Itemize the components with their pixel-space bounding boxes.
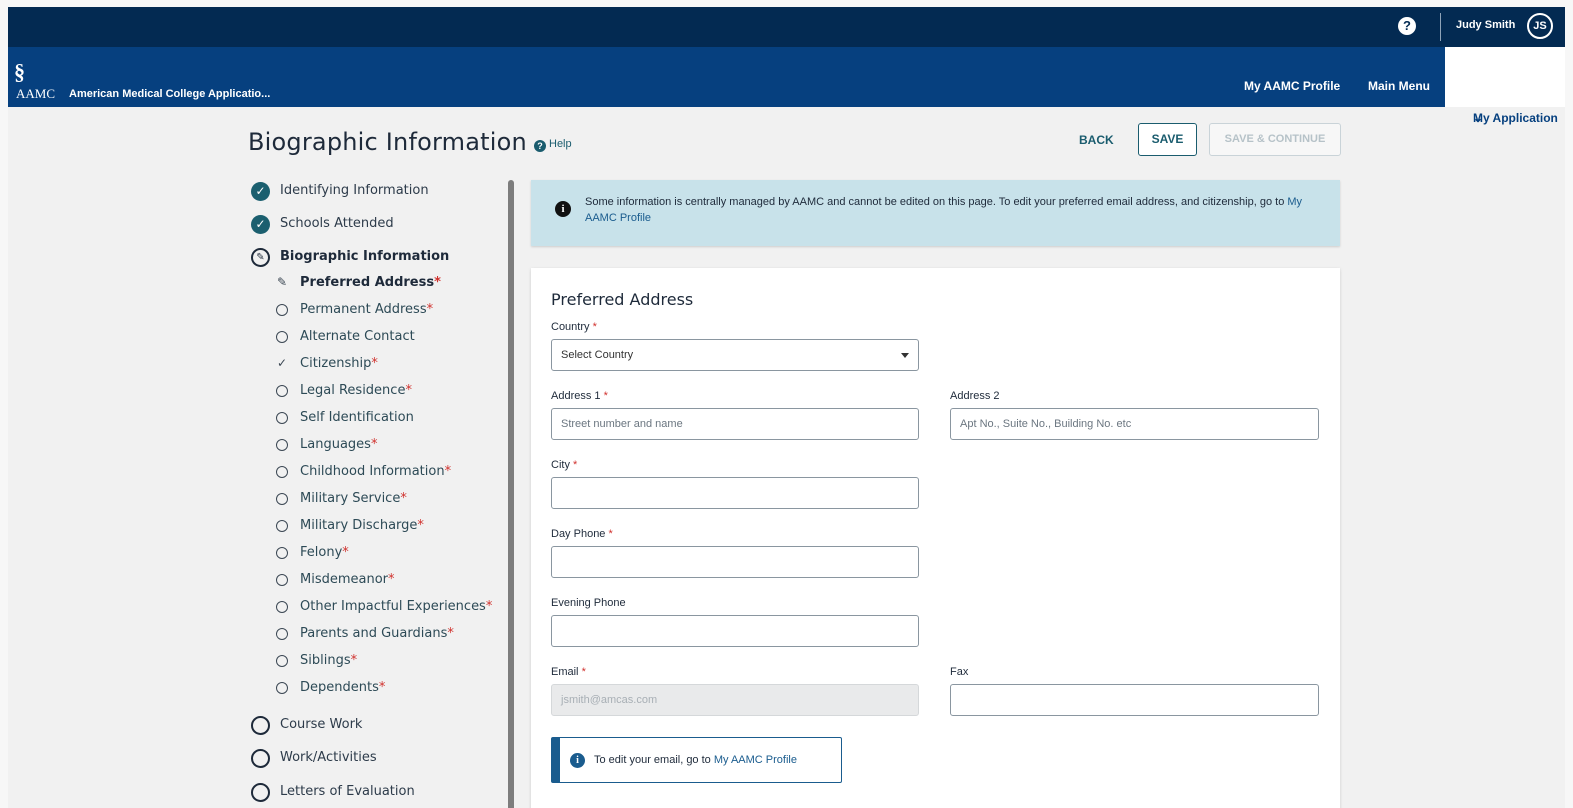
chevron-down-icon: ⌄	[1473, 111, 1484, 125]
nav-subitem-label: Misdemeanor*	[300, 572, 395, 587]
email-edit-notice: i To edit your email, go to My AAMC Prof…	[551, 737, 842, 783]
pencil-circle-icon: ✎	[251, 248, 270, 267]
nav-section-label: Work/Activities	[280, 750, 377, 765]
nav-subitem-label: Alternate Contact	[300, 329, 415, 344]
save-button[interactable]: SAVE	[1138, 123, 1197, 156]
back-button[interactable]: BACK	[1079, 133, 1114, 147]
nav-subitem-label: Dependents*	[300, 680, 386, 695]
evening-phone-input[interactable]	[551, 615, 919, 647]
section-title: Preferred Address	[551, 290, 694, 309]
page-title: Biographic Information	[248, 128, 527, 156]
circle-icon	[276, 412, 288, 424]
check-circle-icon: ✓	[251, 182, 270, 201]
circle-icon	[276, 655, 288, 667]
email-value: jsmith@amcas.com	[561, 694, 658, 706]
help-link[interactable]: ? Help	[534, 138, 572, 152]
evening-phone-label: Evening Phone	[551, 597, 626, 609]
help-icon: ?	[534, 140, 546, 152]
avatar[interactable]: JS	[1527, 13, 1553, 39]
nav-subitem-label: Felony*	[300, 545, 349, 560]
my-aamc-profile-link[interactable]: My AAMC Profile	[714, 754, 797, 766]
fax-input[interactable]	[950, 684, 1319, 716]
nav-my-application[interactable]: My Application ⌄	[1445, 47, 1565, 125]
utility-divider	[1440, 13, 1441, 41]
nav-my-application-label: My Application	[1473, 111, 1558, 125]
checkmark-icon: ✓	[276, 356, 288, 370]
nav-subitem-label: Languages*	[300, 437, 378, 452]
address2-label: Address 2	[950, 390, 1000, 402]
day-phone-input[interactable]	[551, 546, 919, 578]
circle-icon	[276, 439, 288, 451]
circle-icon	[251, 749, 270, 768]
circle-icon	[276, 574, 288, 586]
nav-subitem-label: Military Service*	[300, 491, 407, 506]
circle-icon	[251, 716, 270, 735]
city-label: City *	[551, 459, 578, 471]
day-phone-label: Day Phone *	[551, 528, 613, 540]
nav-subitem-label: Military Discharge*	[300, 518, 424, 533]
nav-my-aamc-profile[interactable]: My AAMC Profile	[1244, 79, 1340, 93]
caret-down-icon	[901, 353, 909, 358]
circle-icon	[276, 601, 288, 613]
circle-icon	[276, 547, 288, 559]
fax-label: Fax	[950, 666, 969, 678]
info-banner: i Some information is centrally managed …	[531, 180, 1340, 246]
nav-section-label: Schools Attended	[280, 216, 394, 231]
preferred-address-card: Preferred Address Country * Select Count…	[531, 268, 1340, 808]
pencil-icon: ✎	[276, 275, 288, 289]
country-label: Country *	[551, 321, 597, 333]
app-frame: ? Judy Smith JS § AAMC American Medical …	[8, 7, 1565, 808]
address2-placeholder: Apt No., Suite No., Building No. etc	[960, 418, 1132, 430]
circle-icon	[276, 466, 288, 478]
nav-section-label: Biographic Information	[280, 249, 450, 264]
address1-input[interactable]: Street number and name	[551, 408, 919, 440]
user-name[interactable]: Judy Smith	[1456, 19, 1515, 31]
email-input: jsmith@amcas.com	[551, 684, 919, 716]
main-navbar: § AAMC American Medical College Applicat…	[8, 47, 1565, 125]
info-banner-text: Some information is centrally managed by…	[585, 196, 1303, 224]
address2-input[interactable]: Apt No., Suite No., Building No. etc	[950, 408, 1319, 440]
nav-section-label: Letters of Evaluation	[280, 784, 415, 799]
nav-subitem-label: Other Impactful Experiences*	[300, 599, 493, 614]
info-icon: i	[555, 201, 571, 217]
nav-subitem-label: Citizenship*	[300, 356, 378, 371]
email-label: Email *	[551, 666, 586, 678]
utility-bar: ? Judy Smith JS	[8, 7, 1565, 47]
nav-subitem-label: Preferred Address*	[300, 275, 441, 290]
city-input[interactable]	[551, 477, 919, 509]
circle-icon	[276, 628, 288, 640]
circle-icon	[276, 304, 288, 316]
app-title: American Medical College Applicatio...	[69, 88, 271, 100]
circle-icon	[276, 385, 288, 397]
country-select[interactable]: Select Country	[551, 339, 919, 371]
check-circle-icon: ✓	[251, 215, 270, 234]
nav-section-label: Course Work	[280, 717, 363, 732]
nav-subitem-label: Parents and Guardians*	[300, 626, 454, 641]
address1-placeholder: Street number and name	[561, 418, 683, 430]
sidebar-scrollbar[interactable]	[508, 180, 514, 808]
nav-section-label: Identifying Information	[280, 183, 429, 198]
email-edit-notice-text: To edit your email, go to My AAMC Profil…	[594, 754, 797, 766]
circle-icon	[276, 493, 288, 505]
circle-icon	[276, 682, 288, 694]
nav-subitem-label: Self Identification	[300, 410, 414, 425]
circle-icon	[276, 331, 288, 343]
info-icon: i	[570, 753, 585, 768]
address1-label: Address 1 *	[551, 390, 608, 402]
help-label: Help	[549, 138, 572, 150]
country-select-value: Select Country	[561, 349, 634, 361]
aamc-logo-icon[interactable]: §	[14, 59, 25, 85]
circle-icon	[251, 783, 270, 802]
nav-subitem-label: Permanent Address*	[300, 302, 434, 317]
nav-subitem-label: Siblings*	[300, 653, 358, 668]
nav-subitem-label: Legal Residence*	[300, 383, 412, 398]
question-icon[interactable]: ?	[1398, 17, 1416, 35]
aamc-logo-text[interactable]: AAMC	[16, 86, 55, 102]
circle-icon	[276, 520, 288, 532]
nav-subitem-label: Childhood Information*	[300, 464, 452, 479]
save-and-continue-button[interactable]: SAVE & CONTINUE	[1209, 123, 1341, 156]
nav-main-menu[interactable]: Main Menu	[1368, 79, 1430, 93]
